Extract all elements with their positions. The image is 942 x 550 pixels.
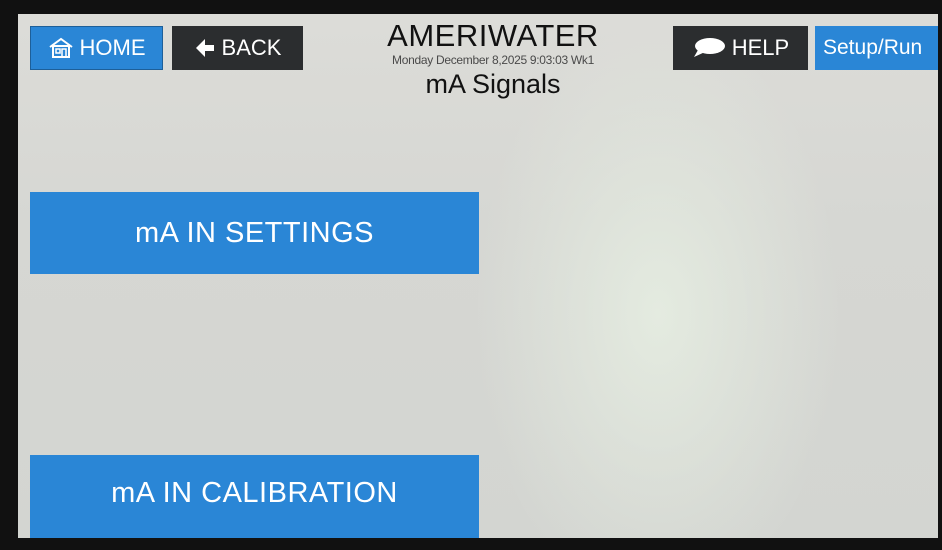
datetime-display: Monday December 8,2025 9:03:03 Wk1 <box>392 53 594 67</box>
home-icon <box>48 37 74 59</box>
brand-title: AMERIWATER <box>387 18 599 53</box>
home-button[interactable]: HOME <box>30 26 163 70</box>
back-arrow-icon <box>194 37 216 59</box>
page-title: mA Signals <box>425 69 561 99</box>
ma-in-settings-label: mA IN SETTINGS <box>134 216 375 249</box>
setup-run-label: Setup/Run <box>823 36 923 59</box>
help-label: HELP <box>731 35 790 60</box>
back-label: BACK <box>221 35 282 60</box>
back-button[interactable]: BACK <box>172 26 303 70</box>
ma-in-settings-button[interactable]: mA IN SETTINGS <box>30 192 479 274</box>
header: AMERIWATER Monday December 8,2025 9:03:0… <box>318 18 668 100</box>
help-button[interactable]: HELP <box>673 26 808 70</box>
speech-bubble-icon <box>692 37 726 59</box>
ma-in-calibration-button[interactable]: mA IN CALIBRATION <box>30 455 479 538</box>
setup-run-button[interactable]: Setup/Run <box>815 26 938 70</box>
touch-screen: HOME BACK AMERIWATER Monday December 8,2… <box>18 14 938 538</box>
home-label: HOME <box>79 35 146 60</box>
ma-in-calibration-label: mA IN CALIBRATION <box>111 477 398 509</box>
